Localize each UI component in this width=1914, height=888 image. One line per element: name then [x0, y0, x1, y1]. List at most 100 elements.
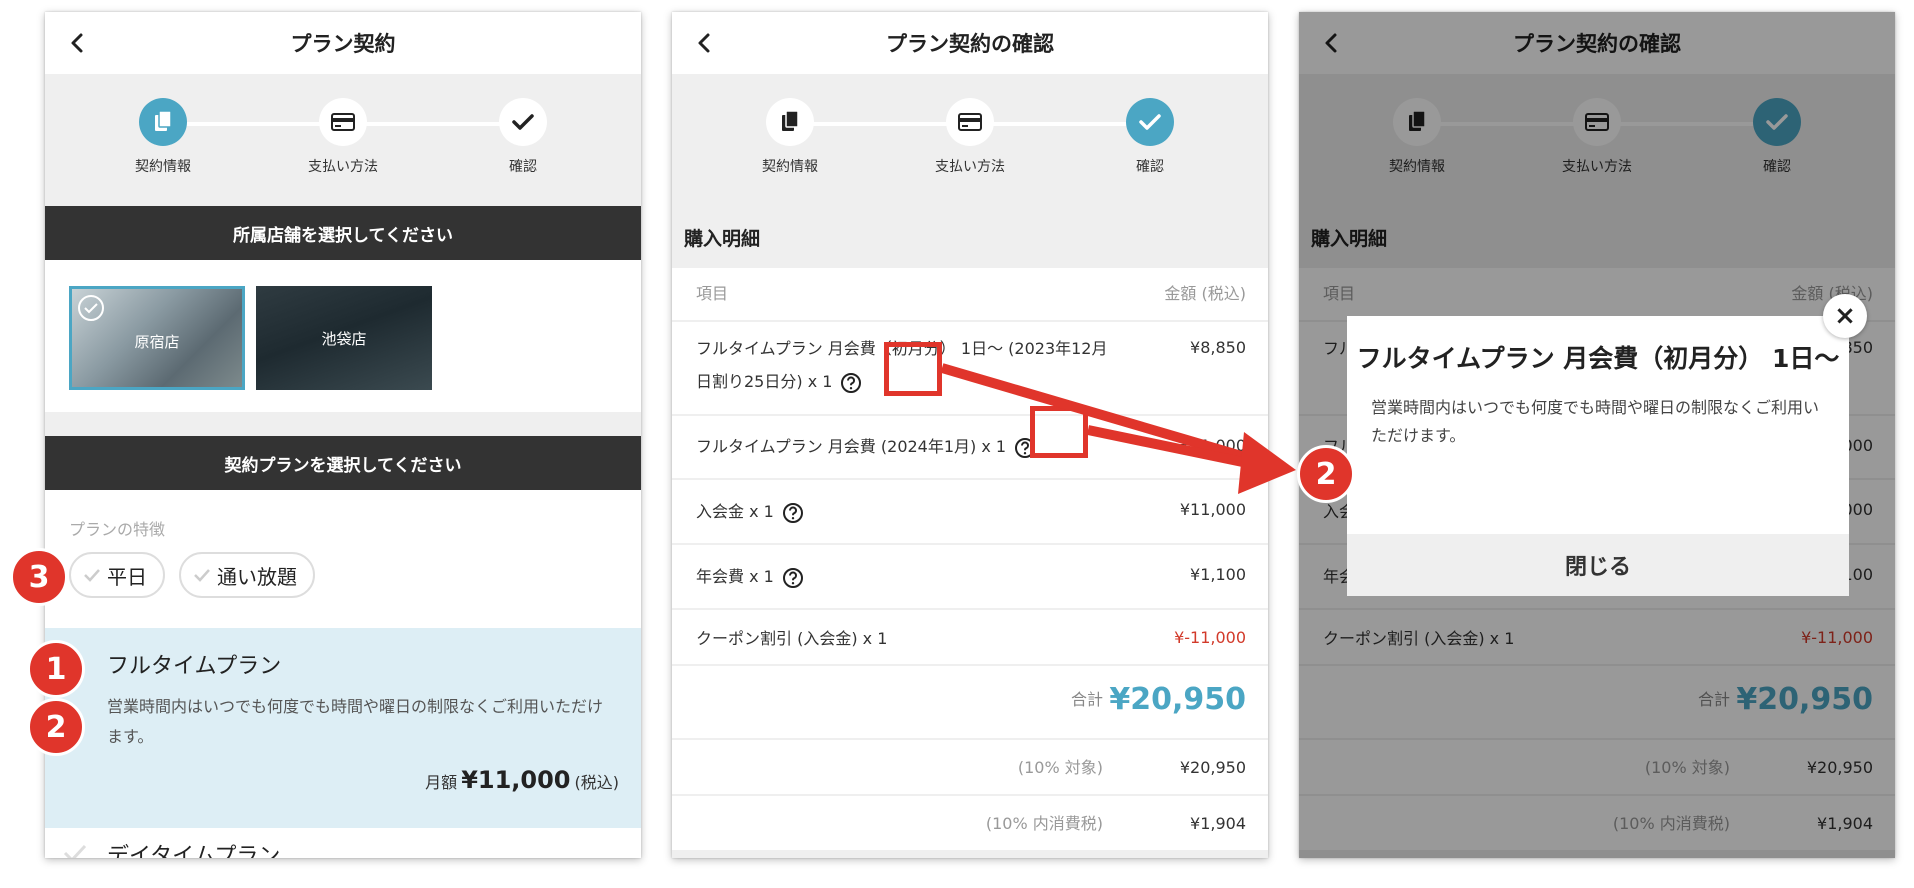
step-payment: 支払い方法	[288, 98, 398, 176]
table-row: フルタイムプラン 月会費（初月分） 1日〜 (2023年12月 日割り25日分)…	[672, 322, 1268, 416]
step-confirm: 確認	[468, 98, 578, 176]
row-amount: ¥-11,000	[1174, 628, 1246, 647]
chip-label: 平日	[107, 564, 147, 589]
row-amount: ¥11,000	[1179, 436, 1246, 455]
footer-gap	[672, 852, 1268, 858]
row-item: 入会金 x 1	[696, 495, 804, 528]
table-header: 項目 金額 (税込)	[672, 268, 1268, 322]
documents-icon	[782, 110, 799, 131]
divider	[45, 412, 641, 436]
credit-card-icon	[331, 113, 355, 131]
step-circle	[1126, 98, 1174, 146]
row-amount: ¥11,000	[1179, 500, 1246, 519]
step-label: 契約情報	[135, 159, 191, 175]
step-label: 契約情報	[762, 159, 818, 175]
step-label: 支払い方法	[308, 159, 378, 175]
plan-name: デイタイムプラン	[107, 844, 281, 858]
help-icon[interactable]	[782, 502, 804, 524]
row-item: フルタイムプラン 月会費 (2024年1月) x 1	[696, 430, 1036, 463]
step-label: 確認	[509, 159, 537, 175]
row-item-text: フルタイムプラン 月会費 (2024年1月) x 1	[696, 437, 1007, 456]
tax-target-row: (10% 対象) ¥20,950	[672, 740, 1268, 796]
step-circle	[946, 98, 994, 146]
highlight-box-help-1	[884, 342, 942, 396]
step-label: 確認	[1136, 159, 1164, 175]
plan-card-daytime[interactable]: デイタイムプラン	[45, 828, 641, 858]
tax-target-label: (10% 対象)	[1017, 758, 1103, 777]
step-label: 支払い方法	[935, 159, 1005, 175]
stepper: 契約情報 支払い方法 確認	[672, 74, 1268, 206]
help-icon[interactable]	[840, 372, 862, 394]
modal-x-button[interactable]: ×	[1823, 294, 1867, 338]
screen-plan-confirm: プラン契約の確認 契約情報 支払い方法 確認 購入明細 項目 金額 (税込) フ…	[672, 12, 1268, 858]
chip-label: 通い放題	[217, 564, 297, 589]
column-item: 項目	[696, 284, 729, 303]
check-circle-icon	[78, 295, 104, 321]
plan-description: 営業時間内はいつでも何度でも時間や曜日の制限なくご利用いただけます。	[107, 697, 604, 746]
total-row: 合計 ¥20,950	[672, 666, 1268, 740]
table-row: 年会費 x 1 ¥1,100	[672, 545, 1268, 610]
table-row: フルタイムプラン 月会費 (2024年1月) x 1 ¥11,000	[672, 416, 1268, 480]
column-amount: 金額 (税込)	[1164, 284, 1246, 303]
step-contract-info: 契約情報	[108, 98, 218, 176]
plan-card-fulltime[interactable]: フルタイムプラン 営業時間内はいつでも何度でも時間や曜日の制限なくご利用いただけ…	[45, 628, 641, 828]
help-modal: フルタイムプラン 月会費（初月分） 1日〜 営業時間内はいつでも何度でも時間や曜…	[1347, 316, 1849, 596]
check-icon	[194, 569, 210, 582]
help-icon[interactable]	[782, 567, 804, 589]
highlight-box-help-2	[1030, 406, 1088, 458]
chip-weekday[interactable]: 平日	[69, 552, 165, 598]
check-icon	[512, 114, 534, 130]
feature-chips: 平日 通い放題	[45, 542, 641, 628]
screen-plan-confirm-modal: プラン契約の確認 契約情報 支払い方法 確認 購入明細 項目 金額 (税込) フ…	[1299, 12, 1895, 858]
step-circle	[319, 98, 367, 146]
step-confirm: 確認	[1095, 98, 1205, 176]
plan-name: フルタイムプラン	[107, 654, 282, 679]
store-select-header: 所属店舗を選択してください	[45, 206, 641, 260]
modal-description: 営業時間内はいつでも何度でも時間や曜日の制限なくご利用いただけます。	[1371, 398, 1820, 445]
step-contract-info: 契約情報	[735, 98, 845, 176]
store-card-ikebukuro[interactable]: 池袋店	[256, 286, 432, 390]
annotation-badge-2: 2	[27, 698, 85, 756]
stage: プラン契約 契約情報 支払い方法 確認 所属店舗を選択してください 原宿店 池袋…	[0, 0, 1914, 888]
header: プラン契約	[45, 12, 641, 74]
chip-unlimited[interactable]: 通い放題	[179, 552, 315, 598]
back-chevron-icon[interactable]	[65, 30, 91, 56]
close-icon: ×	[1834, 301, 1856, 331]
annotation-badge-1: 1	[27, 640, 85, 698]
check-icon	[1139, 114, 1161, 130]
store-list: 原宿店 池袋店	[45, 260, 641, 412]
tax-label: (10% 内消費税)	[985, 814, 1103, 833]
step-circle	[139, 98, 187, 146]
store-name: 原宿店	[134, 333, 180, 351]
row-amount: ¥8,850	[1190, 338, 1246, 357]
price-prefix: 月額	[425, 773, 458, 792]
documents-icon	[155, 110, 172, 131]
header: プラン契約の確認	[672, 12, 1268, 74]
store-name: 池袋店	[321, 330, 367, 348]
plan-select-header: 契約プランを選択してください	[45, 436, 641, 490]
section-title: 購入明細	[672, 206, 1268, 268]
tax-amount: ¥1,904	[1190, 814, 1246, 833]
store-card-harajuku[interactable]: 原宿店	[69, 286, 245, 390]
page-title: プラン契約の確認	[886, 32, 1054, 56]
table-row: 入会金 x 1 ¥11,000	[672, 480, 1268, 545]
check-icon	[84, 569, 100, 582]
row-item: 年会費 x 1	[696, 560, 804, 593]
features-label: プランの特徴	[69, 520, 166, 539]
check-icon	[63, 844, 87, 858]
tax-row: (10% 内消費税) ¥1,904	[672, 796, 1268, 852]
price-suffix: (税込)	[574, 773, 620, 792]
back-chevron-icon[interactable]	[692, 30, 718, 56]
credit-card-icon	[958, 113, 982, 131]
stepper: 契約情報 支払い方法 確認	[45, 74, 641, 206]
row-item: クーポン割引 (入会金) x 1	[696, 629, 888, 648]
row-item-text: 年会費 x 1	[696, 567, 774, 586]
annotation-badge-2-modal: 2	[1297, 445, 1355, 503]
annotation-badge-3: 3	[10, 548, 68, 606]
table-row: クーポン割引 (入会金) x 1 ¥-11,000	[672, 610, 1268, 666]
modal-close-button[interactable]: 閉じる	[1347, 534, 1849, 596]
screen-plan-contract: プラン契約 契約情報 支払い方法 確認 所属店舗を選択してください 原宿店 池袋…	[45, 12, 641, 858]
price-value: ¥11,000	[461, 766, 571, 794]
page-title: プラン契約	[290, 32, 396, 56]
modal-title: フルタイムプラン 月会費（初月分） 1日〜	[1356, 344, 1840, 373]
